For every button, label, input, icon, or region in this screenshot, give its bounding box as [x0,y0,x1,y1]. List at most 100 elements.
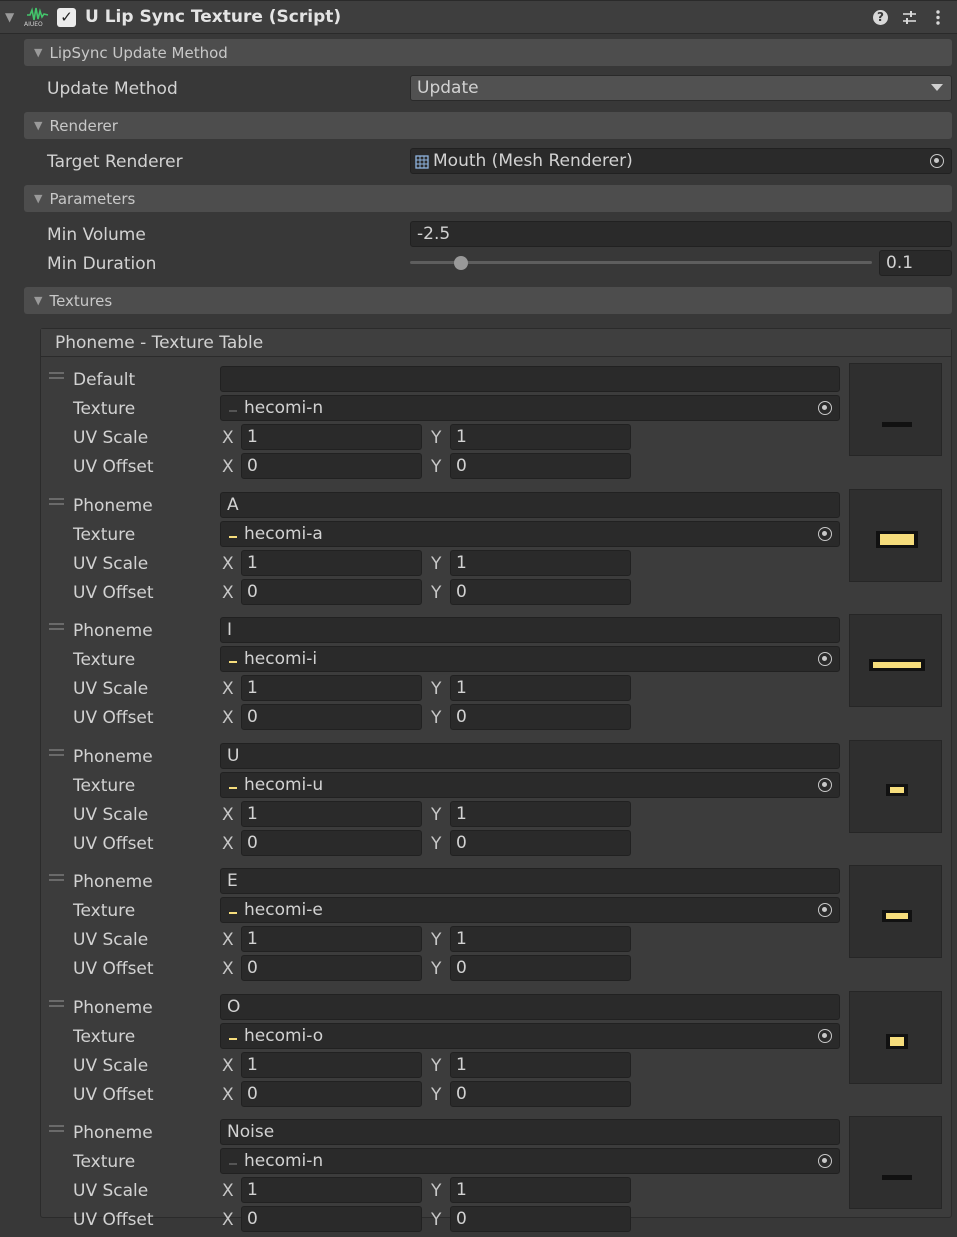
uv-scale-label: UV Scale [73,553,149,574]
texture-field[interactable]: hecomi-u [220,771,840,798]
update-method-dropdown[interactable]: Update [410,75,952,101]
uv-offset-x-value: 0 [247,832,258,853]
section-renderer[interactable]: ▼ Renderer [24,112,952,139]
uv-scale-x-field[interactable]: 1 [241,549,422,576]
help-icon[interactable]: ? [873,10,888,25]
drag-handle-icon[interactable] [49,497,64,505]
uv-offset-x-field[interactable]: 0 [241,955,422,981]
drag-handle-icon[interactable] [49,623,64,630]
enable-checkbox[interactable]: ✓ [57,8,76,27]
foldout-arrow-icon: ▼ [34,294,43,307]
uv-offset-y-label: Y [431,1210,442,1230]
phoneme-field[interactable]: E [220,868,840,894]
texture-field[interactable]: hecomi-o [220,1022,840,1049]
slider-track [410,261,872,264]
uv-scale-y-label: Y [431,428,442,448]
foldout-arrow-icon[interactable]: ▼ [5,11,14,23]
phoneme-field[interactable]: O [220,993,840,1020]
uv-offset-x-field[interactable]: 0 [241,453,422,479]
uv-scale-y-field[interactable]: 1 [450,926,631,952]
texture-field[interactable]: hecomi-a [220,520,840,547]
object-picker-icon[interactable] [818,1028,832,1043]
drag-handle-icon[interactable] [49,999,64,1007]
texture-preview [849,614,942,707]
slider-thumb[interactable] [453,256,468,270]
uv-scale-y-field[interactable]: 1 [450,1051,631,1078]
uv-scale-x-field[interactable]: 1 [241,800,422,827]
drag-handle-icon[interactable] [49,1125,64,1132]
phoneme-field[interactable]: U [220,742,840,769]
min-volume-field[interactable]: -2.5 [410,221,952,247]
texture-field[interactable]: hecomi-e [220,897,840,923]
phoneme-field[interactable] [220,366,840,392]
uv-offset-x-field[interactable]: 0 [241,704,422,730]
uv-offset-y-field[interactable]: 0 [450,578,631,605]
uv-offset-x-value: 0 [247,456,258,476]
object-picker-icon[interactable] [818,401,832,415]
phoneme-field[interactable]: A [220,491,840,518]
uv-scale-y-field[interactable]: 1 [450,800,631,827]
phoneme-field[interactable]: Noise [220,1119,840,1145]
uv-offset-y-field[interactable]: 0 [450,955,631,981]
uv-offset-label: UV Offset [73,833,154,854]
uv-offset-x-field[interactable]: 0 [241,1206,422,1232]
uv-scale-x-field[interactable]: 1 [241,1051,422,1078]
uv-offset-x-field[interactable]: 0 [241,578,422,605]
section-parameters[interactable]: ▼ Parameters [24,185,952,212]
object-picker-icon[interactable] [818,1154,832,1168]
texture-field[interactable]: hecomi-n [220,395,840,421]
object-picker-icon[interactable] [818,903,832,917]
texture-field[interactable]: hecomi-n [220,1148,840,1174]
uv-scale-y-field[interactable]: 1 [450,424,631,450]
uv-offset-y-field[interactable]: 0 [450,1206,631,1232]
uv-scale-x-value: 1 [247,427,258,447]
uv-scale-x-field[interactable]: 1 [241,1177,422,1203]
min-volume-value: -2.5 [417,224,451,244]
uv-offset-x-field[interactable]: 0 [241,1080,422,1107]
object-picker-icon[interactable] [818,652,832,666]
uv-scale-x-label: X [222,553,234,574]
uv-scale-x-field[interactable]: 1 [241,926,422,952]
object-picker-icon[interactable] [818,777,832,792]
uv-offset-x-field[interactable]: 0 [241,829,422,856]
object-picker-icon[interactable] [818,526,832,541]
uv-offset-y-field[interactable]: 0 [450,1080,631,1107]
min-duration-field[interactable]: 0.1 [879,250,952,276]
section-title: Parameters [49,189,136,208]
target-renderer-field[interactable]: Mouth (Mesh Renderer) [410,148,952,174]
uv-scale-y-label: Y [431,1181,442,1201]
uv-offset-label: UV Offset [73,457,154,477]
drag-handle-icon[interactable] [49,874,64,881]
foldout-arrow-icon: ▼ [34,46,43,59]
uv-scale-x-field[interactable]: 1 [241,675,422,701]
uv-scale-x-field[interactable]: 1 [241,424,422,450]
texture-value: hecomi-i [244,649,318,669]
uv-offset-y-field[interactable]: 0 [450,704,631,730]
uv-scale-y-field[interactable]: 1 [450,549,631,576]
texture-preview [849,488,942,582]
drag-handle-icon[interactable] [49,372,64,379]
uv-scale-y-field[interactable]: 1 [450,1177,631,1203]
uv-offset-y-field[interactable]: 0 [450,829,631,856]
min-duration-slider[interactable] [410,252,872,274]
uv-offset-y-value: 0 [456,1083,467,1104]
section-textures[interactable]: ▼ Textures [24,287,952,314]
update-method-value: Update [417,78,479,98]
uv-scale-x-value: 1 [247,552,258,573]
texture-value: hecomi-n [244,398,324,418]
uv-offset-y-field[interactable]: 0 [450,453,631,479]
drag-handle-icon[interactable] [49,748,64,756]
object-picker-icon[interactable] [930,154,944,168]
section-update-method[interactable]: ▼ LipSync Update Method [24,39,952,66]
phoneme-field[interactable]: I [220,617,840,643]
kebab-menu-icon[interactable] [934,9,942,26]
uv-scale-y-value: 1 [456,1054,467,1075]
uv-scale-y-field[interactable]: 1 [450,675,631,701]
presets-icon[interactable] [901,9,918,26]
texture-value: hecomi-a [244,523,323,544]
texture-label: Texture [73,775,136,796]
texture-label: Texture [73,1152,136,1172]
texture-preview [849,1116,942,1209]
min-duration-value: 0.1 [886,253,914,273]
texture-field[interactable]: hecomi-i [220,646,840,672]
